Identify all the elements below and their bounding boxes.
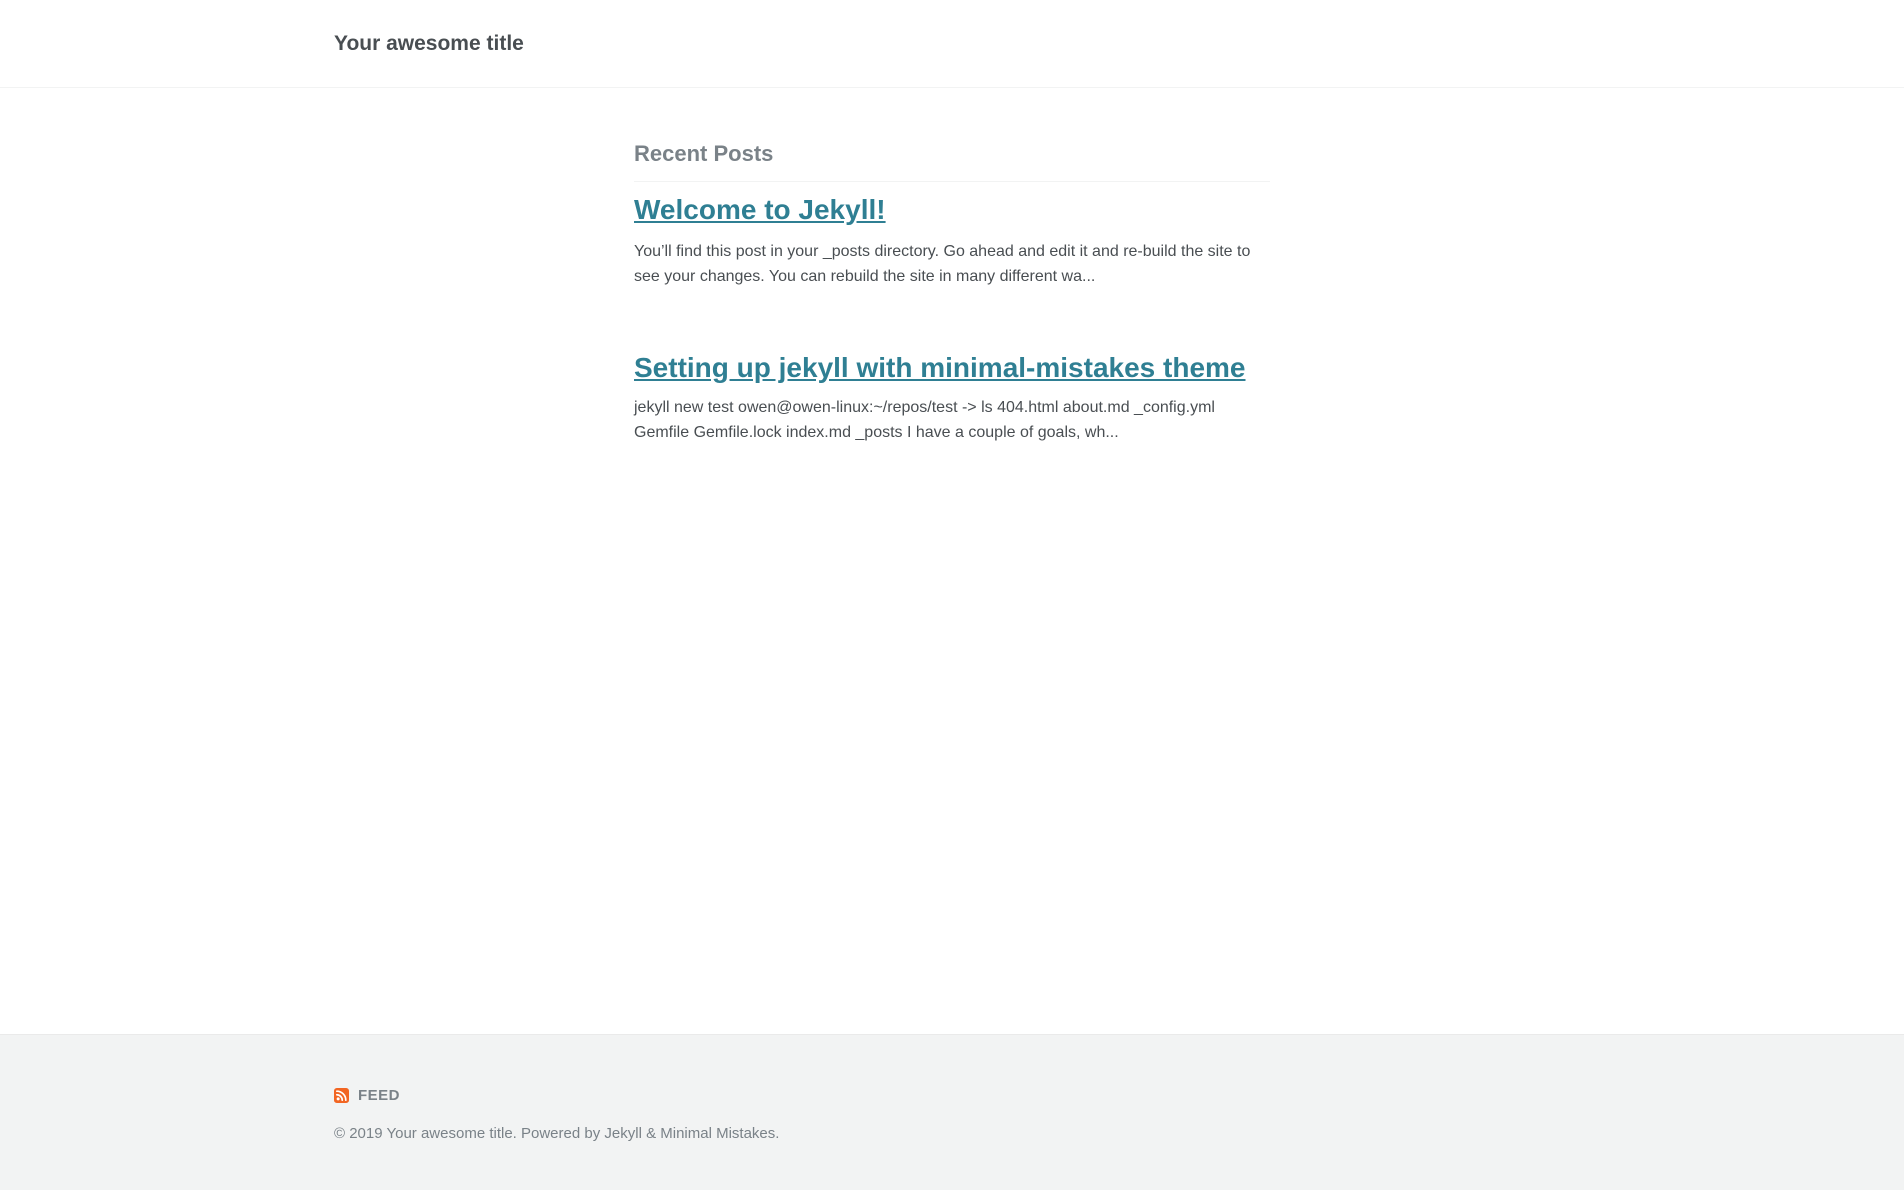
copyright-text: © 2019 Your awesome title. Powered by bbox=[334, 1125, 605, 1142]
jekyll-link[interactable]: Jekyll bbox=[604, 1125, 642, 1142]
archive-title: Recent Posts bbox=[634, 138, 1270, 182]
minimal-mistakes-link[interactable]: Minimal Mistakes bbox=[660, 1125, 775, 1142]
copyright: © 2019 Your awesome title. Powered by Je… bbox=[334, 1125, 779, 1142]
post-title-link[interactable]: Setting up jekyll with minimal-mistakes … bbox=[634, 350, 1246, 386]
feed-link[interactable]: FEED bbox=[358, 1087, 400, 1104]
copyright-amp: & bbox=[641, 1125, 661, 1142]
list-item: Welcome to Jekyll! You’ll find this post… bbox=[634, 192, 1270, 289]
page-footer: FEED © 2019 Your awesome title. Powered … bbox=[0, 1034, 1904, 1190]
main-content: Recent Posts Welcome to Jekyll! You’ll f… bbox=[634, 138, 1270, 445]
post-excerpt: You’ll find this post in your _posts dir… bbox=[634, 243, 1251, 285]
rss-icon bbox=[334, 1088, 349, 1103]
list-item: Setting up jekyll with minimal-mistakes … bbox=[634, 350, 1270, 445]
site-title-link[interactable]: Your awesome title bbox=[334, 30, 524, 58]
footer-follow: FEED bbox=[334, 1087, 400, 1104]
copyright-suffix: . bbox=[775, 1125, 780, 1142]
masthead: Your awesome title bbox=[0, 0, 1904, 88]
post-excerpt: jekyll new test owen@owen-linux:~/repos/… bbox=[634, 399, 1215, 441]
post-title-link[interactable]: Welcome to Jekyll! bbox=[634, 192, 886, 228]
